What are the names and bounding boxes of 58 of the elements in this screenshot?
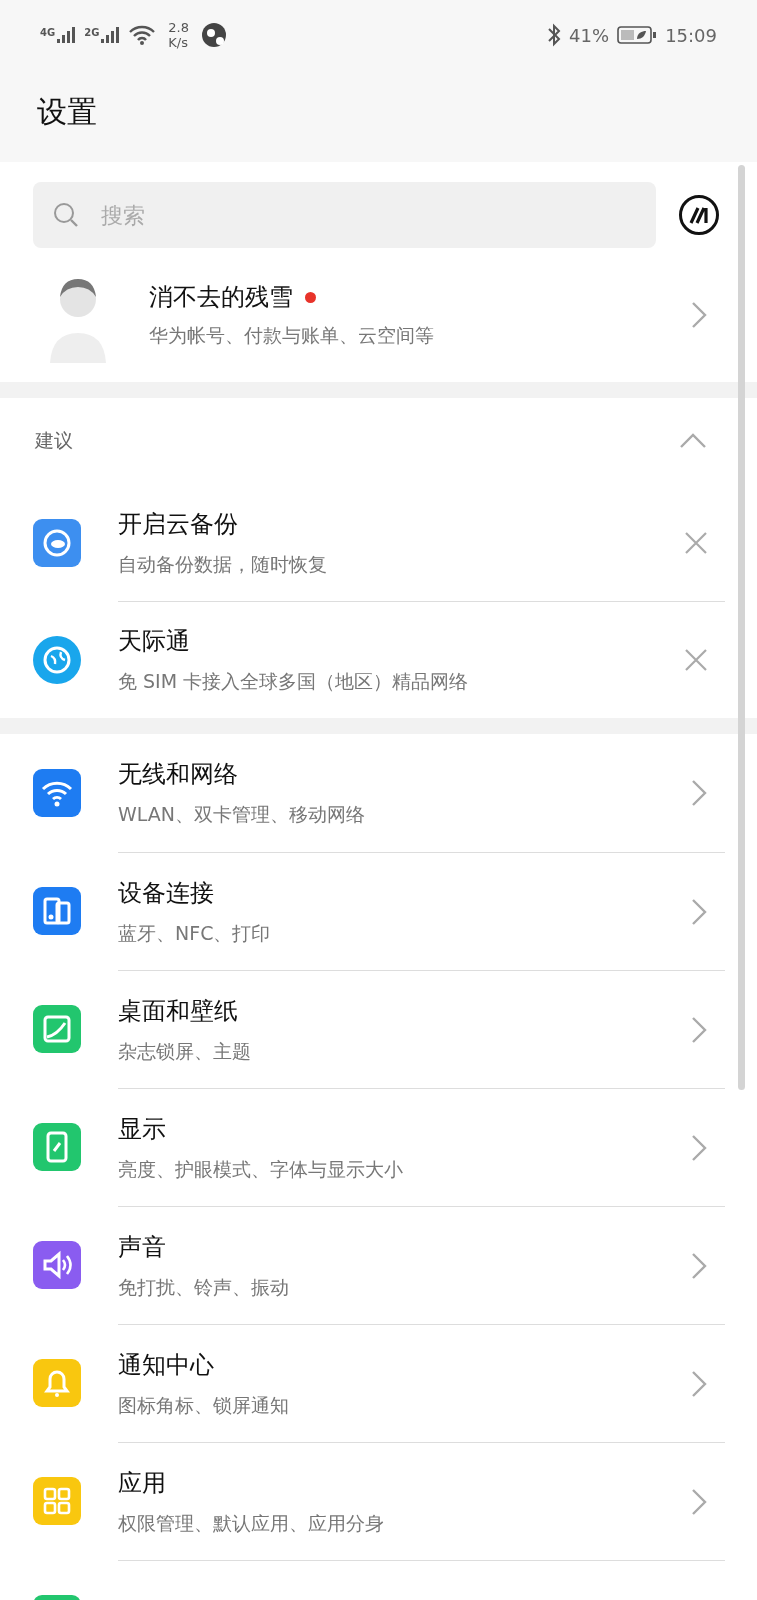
settings-row[interactable]: 显示 亮度、护眼模式、字体与显示大小: [0, 1088, 757, 1206]
chevron-icon: [691, 1487, 707, 1516]
network-type: 4G: [40, 27, 56, 38]
row-subtitle: 免 SIM 卡接入全球多国（地区）精品网络: [118, 669, 470, 694]
row-subtitle: 权限管理、默认应用、应用分身: [118, 1510, 385, 1536]
page-title: 设置: [36, 93, 98, 131]
account-subtitle: 华为帐号、付款与账单、云空间等: [149, 323, 435, 348]
speed-value: 2.8: [168, 20, 190, 35]
chevron-icon: [691, 1133, 707, 1162]
row-title: 显示: [118, 1113, 167, 1145]
row-subtitle: 免打扰、铃声、振动: [118, 1274, 290, 1300]
chevron-icon: [691, 301, 707, 329]
app-notification-icon: [201, 22, 228, 48]
settings-row[interactable]: 应用 权限管理、默认应用、应用分身: [0, 1442, 757, 1560]
row-title: 声音: [118, 1231, 167, 1263]
assistant-icon[interactable]: [678, 194, 720, 236]
row-subtitle: 杂志锁屏、主题: [118, 1038, 252, 1064]
row-subtitle: 图标角标、锁屏通知: [118, 1392, 290, 1418]
settings-row[interactable]: 开启云备份 自动备份数据，随时恢复: [0, 484, 757, 601]
row-subtitle: 亮度、护眼模式、字体与显示大小: [118, 1156, 404, 1182]
chevron-icon: [691, 1015, 707, 1044]
settings-row[interactable]: 通知中心 图标角标、锁屏通知: [0, 1324, 757, 1442]
chevron-icon: [691, 1369, 707, 1398]
row-title: 无线和网络: [118, 759, 239, 790]
bluetooth-icon: [547, 23, 562, 47]
section-header: 建议: [35, 428, 73, 453]
chevron-icon: [691, 897, 707, 926]
row-title: 通知中心: [118, 1349, 215, 1381]
close-icon[interactable]: [685, 649, 707, 671]
account-row[interactable]: 消不去的残雪 华为帐号、付款与账单、云空间等: [0, 248, 757, 382]
settings-row[interactable]: 无线和网络 WLAN、双卡管理、移动网络: [0, 734, 757, 852]
clock: 15:09: [665, 24, 717, 46]
close-icon[interactable]: [685, 531, 707, 554]
chevron-icon: [691, 1251, 707, 1280]
settings-row[interactable]: 桌面和壁纸 杂志锁屏、主题: [0, 970, 757, 1088]
settings-row[interactable]: 设备连接 蓝牙、NFC、打印: [0, 852, 757, 970]
row-title: 设备连接: [118, 877, 215, 909]
signal-icon: [101, 27, 121, 43]
row-subtitle: WLAN、双卡管理、移动网络: [118, 802, 367, 827]
row-title: 应用: [118, 1467, 167, 1499]
chevron-icon: [691, 779, 707, 807]
battery-percentage: 41%: [569, 24, 610, 46]
search-input[interactable]: 搜索: [99, 201, 583, 229]
wifi-icon: [128, 25, 157, 45]
battery-icon: [617, 25, 658, 45]
search-icon: [53, 202, 79, 228]
row-subtitle: 自动备份数据，随时恢复: [118, 551, 328, 577]
speed-unit: K/s: [168, 35, 190, 50]
settings-row[interactable]: 声音 免打扰、铃声、振动: [0, 1206, 757, 1324]
row-subtitle: 蓝牙、NFC、打印: [118, 920, 272, 946]
network-type: 2G: [84, 27, 100, 38]
collapse-icon[interactable]: [679, 433, 707, 449]
row-title: 桌面和壁纸: [118, 995, 239, 1027]
signal-icon: [57, 27, 77, 43]
row-title: 天际通: [118, 626, 191, 657]
account-name: 消不去的残雪: [149, 282, 293, 313]
row-title: 开启云备份: [118, 508, 239, 540]
search-field[interactable]: 搜索: [33, 182, 656, 248]
